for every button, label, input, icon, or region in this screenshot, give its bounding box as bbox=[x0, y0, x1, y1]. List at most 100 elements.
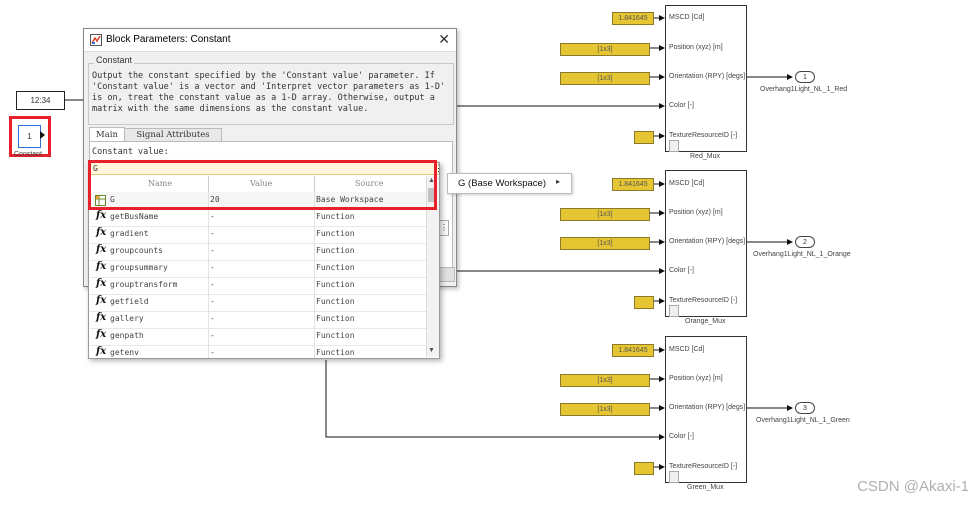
mscd-constant-3[interactable]: 1.841645 bbox=[612, 344, 654, 357]
function-icon: fx bbox=[96, 261, 107, 272]
function-icon: fx bbox=[96, 295, 107, 306]
dialog-title: Block Parameters: Constant bbox=[106, 34, 231, 45]
red-mux-port-1: MSCD [Cd] bbox=[669, 14, 705, 21]
row-name: getBusName bbox=[110, 212, 159, 221]
orientation-constant-2[interactable]: [1x3] bbox=[560, 237, 650, 250]
orange-mux-port-4: Color [-] bbox=[669, 267, 694, 274]
row-source: Function bbox=[316, 263, 355, 272]
constant-value-label: Constant value: bbox=[92, 147, 169, 157]
constant-block[interactable]: 1 bbox=[18, 125, 41, 148]
row-source: Function bbox=[316, 348, 355, 357]
function-icon: fx bbox=[96, 329, 107, 340]
function-icon: fx bbox=[96, 312, 107, 323]
simulink-block-icon bbox=[90, 34, 102, 46]
mscd-constant-2[interactable]: 1.841645 bbox=[612, 178, 654, 191]
texture-constant-2[interactable] bbox=[634, 296, 654, 309]
close-icon[interactable]: ✕ bbox=[438, 31, 450, 48]
function-icon: fx bbox=[96, 346, 107, 357]
scroll-down-icon[interactable]: ▼ bbox=[428, 347, 435, 354]
row-source: Function bbox=[316, 246, 355, 255]
green-mux-port-4: Color [-] bbox=[669, 433, 694, 440]
position-constant-2[interactable]: [1x3] bbox=[560, 208, 650, 221]
red-mux-mini-port bbox=[669, 140, 679, 152]
function-icon: fx bbox=[96, 244, 107, 255]
watermark: CSDN @Akaxi-1 bbox=[857, 478, 969, 495]
red-mux-port-4: Color [-] bbox=[669, 102, 694, 109]
constant-output-port bbox=[40, 131, 45, 139]
popup-row-groupsummary[interactable]: fx groupsummary - Function bbox=[90, 260, 426, 278]
clock-display-block[interactable]: 12:34 bbox=[16, 91, 65, 110]
red-mux-port-2: Position (xyz) [m] bbox=[669, 44, 723, 51]
function-icon: fx bbox=[96, 227, 107, 238]
position-constant-1[interactable]: [1x3] bbox=[560, 43, 650, 56]
row-value: - bbox=[210, 314, 215, 323]
annotation-highlight bbox=[88, 160, 437, 210]
row-source: Function bbox=[316, 229, 355, 238]
row-name: getenv bbox=[110, 348, 139, 357]
green-mux-port-5: TextureResourceID [-] bbox=[669, 463, 738, 470]
mscd-constant-1[interactable]: 1.841645 bbox=[612, 12, 654, 25]
green-mux-port-1: MSCD [Cd] bbox=[669, 346, 705, 353]
row-source: Function bbox=[316, 280, 355, 289]
tab-main[interactable]: Main bbox=[89, 127, 125, 142]
group-label: Constant bbox=[94, 55, 135, 65]
tab-signal-attributes[interactable]: Signal Attributes bbox=[124, 128, 222, 142]
row-value: - bbox=[210, 280, 215, 289]
row-name: grouptransform bbox=[110, 280, 178, 289]
popup-row-genpath[interactable]: fx genpath - Function bbox=[90, 328, 426, 346]
red-mux-port-5: TextureResourceID [-] bbox=[669, 132, 738, 139]
green-mux-mini-port bbox=[669, 471, 679, 483]
orientation-constant-1[interactable]: [1x3] bbox=[560, 72, 650, 85]
orange-outport[interactable]: 2 bbox=[795, 236, 815, 248]
red-mux-name: Red_Mux bbox=[690, 153, 720, 160]
green-mux-port-3: Orientation (RPY) [degs] bbox=[669, 404, 746, 411]
workspace-submenu[interactable]: G (Base Workspace) ▸ bbox=[447, 173, 572, 194]
col-divider bbox=[208, 192, 209, 358]
row-name: getfield bbox=[110, 297, 149, 306]
constant-label: Constant bbox=[14, 151, 43, 158]
green-outport[interactable]: 3 bbox=[795, 402, 815, 414]
popup-row-getbusname[interactable]: fx getBusName - Function bbox=[90, 209, 426, 227]
row-source: Function bbox=[316, 297, 355, 306]
row-value: - bbox=[210, 297, 215, 306]
dialog-button-strip bbox=[439, 267, 455, 282]
block-description: Output the constant specified by the 'Co… bbox=[92, 71, 446, 114]
row-value: - bbox=[210, 229, 215, 238]
red-outport[interactable]: 1 bbox=[795, 71, 815, 83]
submenu-label: G (Base Workspace) bbox=[458, 178, 546, 189]
row-name: gradient bbox=[110, 229, 149, 238]
row-value: - bbox=[210, 212, 215, 221]
popup-row-getenv[interactable]: fx getenv - Function bbox=[90, 345, 426, 362]
row-source: Function bbox=[316, 331, 355, 340]
row-name: gallery bbox=[110, 314, 144, 323]
dialog-scroll-indicator[interactable]: ⋮ bbox=[439, 220, 449, 236]
row-value: - bbox=[210, 348, 215, 357]
texture-constant-3[interactable] bbox=[634, 462, 654, 475]
row-name: genpath bbox=[110, 331, 144, 340]
popup-row-gradient[interactable]: fx gradient - Function bbox=[90, 226, 426, 244]
row-name: groupsummary bbox=[110, 263, 168, 272]
green-outport-label: Overhang1Light_NL_1_Green bbox=[756, 417, 850, 424]
green-mux-name: Green_Mux bbox=[687, 484, 724, 491]
row-source: Function bbox=[316, 314, 355, 323]
texture-constant-1[interactable] bbox=[634, 131, 654, 144]
row-value: - bbox=[210, 246, 215, 255]
green-mux-port-2: Position (xyz) [m] bbox=[669, 375, 723, 382]
orange-mux-mini-port bbox=[669, 305, 679, 317]
function-icon: fx bbox=[96, 210, 107, 221]
orange-mux-port-3: Orientation (RPY) [degs] bbox=[669, 238, 746, 245]
orientation-constant-3[interactable]: [1x3] bbox=[560, 403, 650, 416]
orange-mux-port-1: MSCD [Cd] bbox=[669, 180, 705, 187]
popup-row-gallery[interactable]: fx gallery - Function bbox=[90, 311, 426, 329]
orange-mux-port-2: Position (xyz) [m] bbox=[669, 209, 723, 216]
popup-row-groupcounts[interactable]: fx groupcounts - Function bbox=[90, 243, 426, 261]
orange-mux-port-5: TextureResourceID [-] bbox=[669, 297, 738, 304]
popup-row-grouptransform[interactable]: fx grouptransform - Function bbox=[90, 277, 426, 295]
submenu-arrow-icon: ▸ bbox=[556, 177, 561, 186]
orange-mux-name: Orange_Mux bbox=[685, 318, 726, 325]
position-constant-3[interactable]: [1x3] bbox=[560, 374, 650, 387]
popup-row-getfield[interactable]: fx getfield - Function bbox=[90, 294, 426, 312]
dialog-title-bar[interactable]: Block Parameters: Constant ✕ bbox=[84, 29, 456, 52]
function-icon: fx bbox=[96, 278, 107, 289]
orange-outport-label: Overhang1Light_NL_1_Orange bbox=[753, 251, 851, 258]
